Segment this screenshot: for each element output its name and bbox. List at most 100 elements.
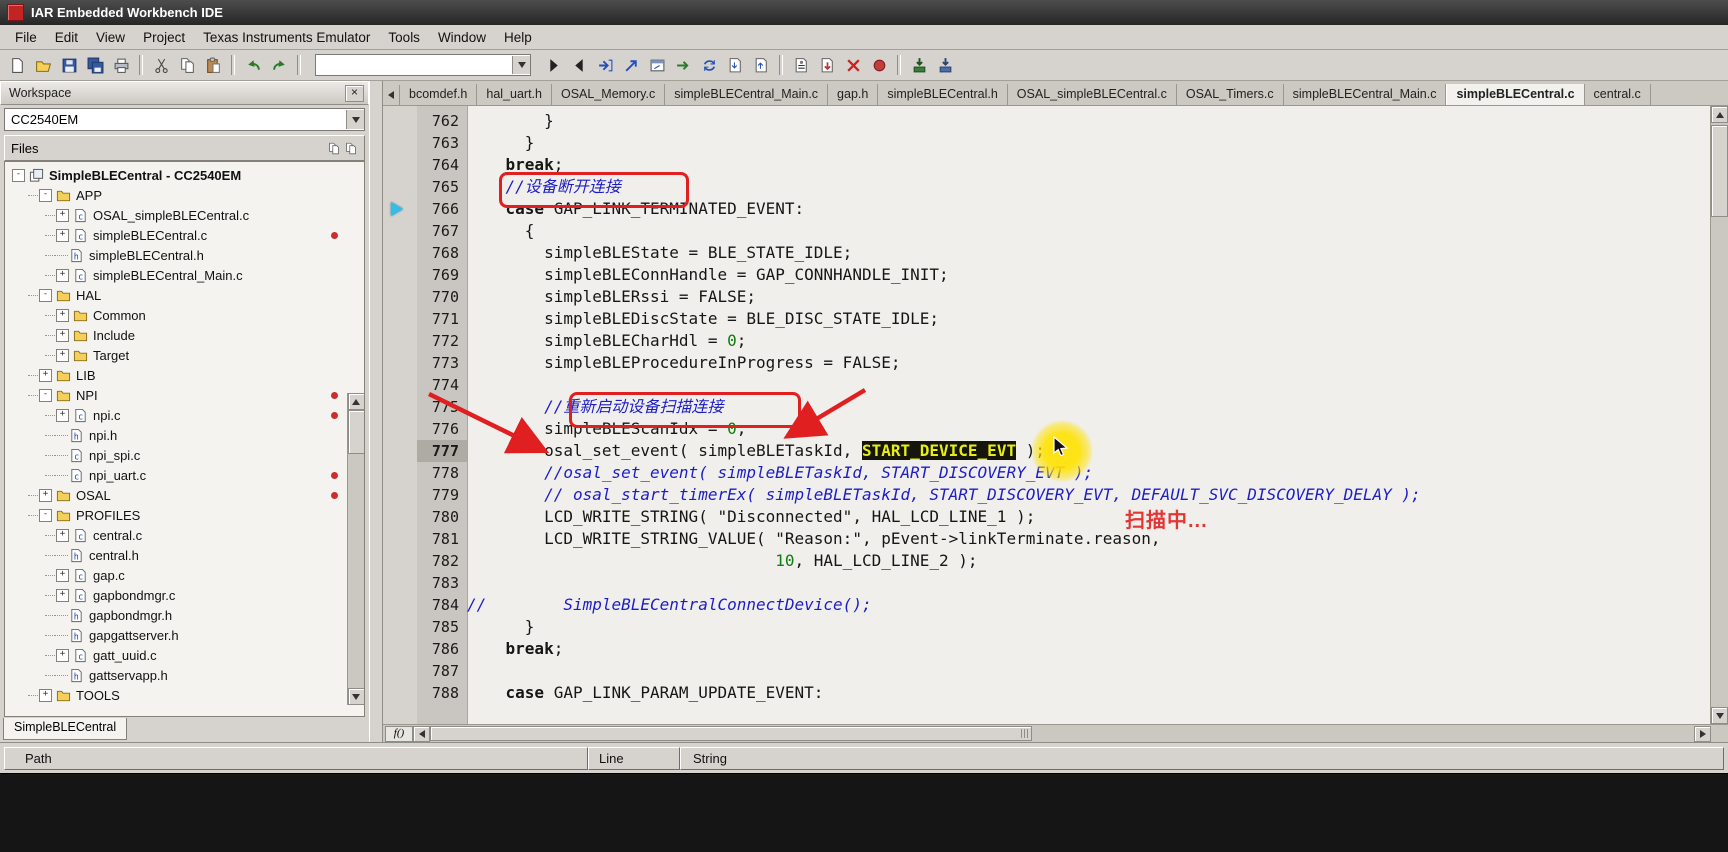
results-column-line[interactable]: Line (588, 746, 680, 770)
tree-expand-icon[interactable]: + (56, 328, 69, 342)
tree-item-common[interactable]: + Common (5, 305, 364, 325)
editor-horizontal-scrollbar[interactable]: f() (383, 724, 1728, 742)
tree-item-central-c[interactable]: + central.c (5, 525, 364, 545)
code-editor[interactable]: 762 } 763 } 764 break; 765 //设备断开连接 766 case… (383, 106, 1710, 724)
compile-button[interactable] (788, 53, 814, 77)
tree-expand-icon[interactable]: + (56, 648, 69, 662)
tree-item-simpleblecentral-h[interactable]: simpleBLECentral.h (5, 245, 364, 265)
breakpoint-margin[interactable] (383, 352, 417, 374)
code-text[interactable]: // osal_start_timerEx( simpleBLETaskId, … (467, 484, 1421, 506)
close-icon[interactable]: × (345, 84, 364, 102)
code-text[interactable]: simpleBLEState = BLE_STATE_IDLE; (467, 242, 852, 264)
tree-item-app[interactable]: - APP (5, 185, 364, 205)
tab-simpleblecentral-h[interactable]: simpleBLECentral.h (878, 84, 1008, 105)
menu-item-tools[interactable]: Tools (379, 28, 429, 47)
tree-item-simpleblecentral-cc2540em[interactable]: - SimpleBLECentral - CC2540EM (5, 165, 364, 185)
paste-button[interactable] (200, 53, 226, 77)
title-bar[interactable]: IAR Embedded Workbench IDE (0, 0, 1728, 25)
tree-expand-icon[interactable]: + (56, 588, 69, 602)
code-text[interactable]: { (467, 220, 535, 242)
menu-item-window[interactable]: Window (429, 28, 495, 47)
code-text[interactable]: case GAP_LINK_PARAM_UPDATE_EVENT: (467, 682, 824, 704)
files-column-header[interactable]: Files (4, 135, 365, 161)
menu-item-texas-instruments-emulator[interactable]: Texas Instruments Emulator (194, 28, 379, 47)
tree-item-npi[interactable]: - NPI (5, 385, 364, 405)
code-text[interactable]: 10, HAL_LCD_LINE_2 ); (467, 550, 977, 572)
find-results-pane[interactable] (0, 773, 1728, 852)
function-list-button[interactable]: f() (385, 725, 413, 742)
menu-item-project[interactable]: Project (134, 28, 194, 47)
open-file-button[interactable] (30, 53, 56, 77)
refresh-button[interactable] (696, 53, 722, 77)
tree-item-central-h[interactable]: central.h (5, 545, 364, 565)
tree-item-simpleblecentral-main-c[interactable]: + simpleBLECentral_Main.c (5, 265, 364, 285)
make-button[interactable] (814, 53, 840, 77)
code-text[interactable]: osal_set_event( simpleBLETaskId, START_D… (467, 440, 1045, 462)
tree-expand-icon[interactable]: + (39, 488, 52, 502)
breakpoint-margin[interactable] (383, 528, 417, 550)
breakpoint-margin[interactable] (383, 154, 417, 176)
copy-button[interactable] (174, 53, 200, 77)
find-in-files-button[interactable] (592, 53, 618, 77)
hscrollbar-thumb[interactable] (430, 726, 1032, 741)
breakpoint-margin[interactable] (383, 506, 417, 528)
tree-collapse-icon[interactable]: - (39, 288, 52, 302)
breakpoint-margin[interactable] (383, 572, 417, 594)
tab-scroll-left-icon[interactable] (383, 85, 400, 105)
save-button[interactable] (56, 53, 82, 77)
tab-osal-timers-c[interactable]: OSAL_Timers.c (1176, 84, 1284, 105)
code-text[interactable]: simpleBLEConnHandle = GAP_CONNHANDLE_INI… (467, 264, 949, 286)
results-column-path[interactable]: Path (4, 746, 588, 770)
breakpoint-margin[interactable] (383, 396, 417, 418)
tree-expand-icon[interactable]: + (56, 408, 69, 422)
tree-item-gatt-uuid-c[interactable]: + gatt_uuid.c (5, 645, 364, 665)
tree-item-tools[interactable]: + TOOLS (5, 685, 364, 705)
breakpoint-margin[interactable] (383, 660, 417, 682)
tree-item-gapbondmgr-c[interactable]: + gapbondmgr.c (5, 585, 364, 605)
breakpoint-margin[interactable] (383, 550, 417, 572)
code-text[interactable]: LCD_WRITE_STRING_VALUE( "Reason:", pEven… (467, 528, 1161, 550)
breakpoint-margin[interactable] (383, 110, 417, 132)
save-all-button[interactable] (82, 53, 108, 77)
tree-item-profiles[interactable]: - PROFILES (5, 505, 364, 525)
scroll-down-icon[interactable] (1711, 707, 1728, 724)
vscrollbar-thumb[interactable] (1711, 125, 1728, 217)
tree-item-gapbondmgr-h[interactable]: gapbondmgr.h (5, 605, 364, 625)
breakpoint-margin[interactable] (383, 374, 417, 396)
breakpoint-margin[interactable] (383, 616, 417, 638)
tree-item-gattservapp-h[interactable]: gattservapp.h (5, 665, 364, 685)
code-text[interactable]: simpleBLERssi = FALSE; (467, 286, 756, 308)
breakpoint-margin[interactable] (383, 176, 417, 198)
tab-hal-uart-h[interactable]: hal_uart.h (477, 84, 552, 105)
tree-expand-icon[interactable]: + (56, 528, 69, 542)
code-text[interactable]: } (467, 132, 535, 154)
tree-collapse-icon[interactable]: - (39, 388, 52, 402)
tree-item-lib[interactable]: + LIB (5, 365, 364, 385)
files-overview-icon[interactable] (344, 142, 358, 155)
download-debug-button[interactable] (906, 53, 932, 77)
next-bookmark-button[interactable] (722, 53, 748, 77)
prev-bookmark-button[interactable] (748, 53, 774, 77)
files-columns-icon[interactable] (327, 142, 341, 155)
tab-gap-h[interactable]: gap.h (828, 84, 879, 105)
code-text[interactable]: } (467, 110, 554, 132)
scroll-right-icon[interactable] (1694, 725, 1711, 742)
tree-expand-icon[interactable]: + (56, 268, 69, 282)
workspace-header[interactable]: Workspace × (0, 81, 369, 105)
tab-bcomdef-h[interactable]: bcomdef.h (400, 84, 478, 105)
code-text[interactable]: } (467, 616, 535, 638)
tree-expand-icon[interactable]: + (56, 308, 69, 322)
breakpoint-margin[interactable] (383, 440, 417, 462)
code-text[interactable]: simpleBLEProcedureInProgress = FALSE; (467, 352, 900, 374)
code-text[interactable]: simpleBLECharHdl = 0; (467, 330, 746, 352)
tree-expand-icon[interactable]: + (56, 228, 69, 242)
debug-without-download-button[interactable] (932, 53, 958, 77)
code-text[interactable]: // SimpleBLECentralConnectDevice(); (467, 594, 872, 616)
tree-expand-icon[interactable]: + (39, 688, 52, 702)
tab-simpleblecentral-main-c[interactable]: simpleBLECentral_Main.c (1283, 84, 1447, 105)
replace-in-files-button[interactable] (618, 53, 644, 77)
scroll-up-icon[interactable] (1711, 106, 1728, 123)
print-button[interactable] (108, 53, 134, 77)
tab-osal-simpleblecentral-c[interactable]: OSAL_simpleBLECentral.c (1007, 84, 1177, 105)
find-previous-button[interactable] (566, 53, 592, 77)
